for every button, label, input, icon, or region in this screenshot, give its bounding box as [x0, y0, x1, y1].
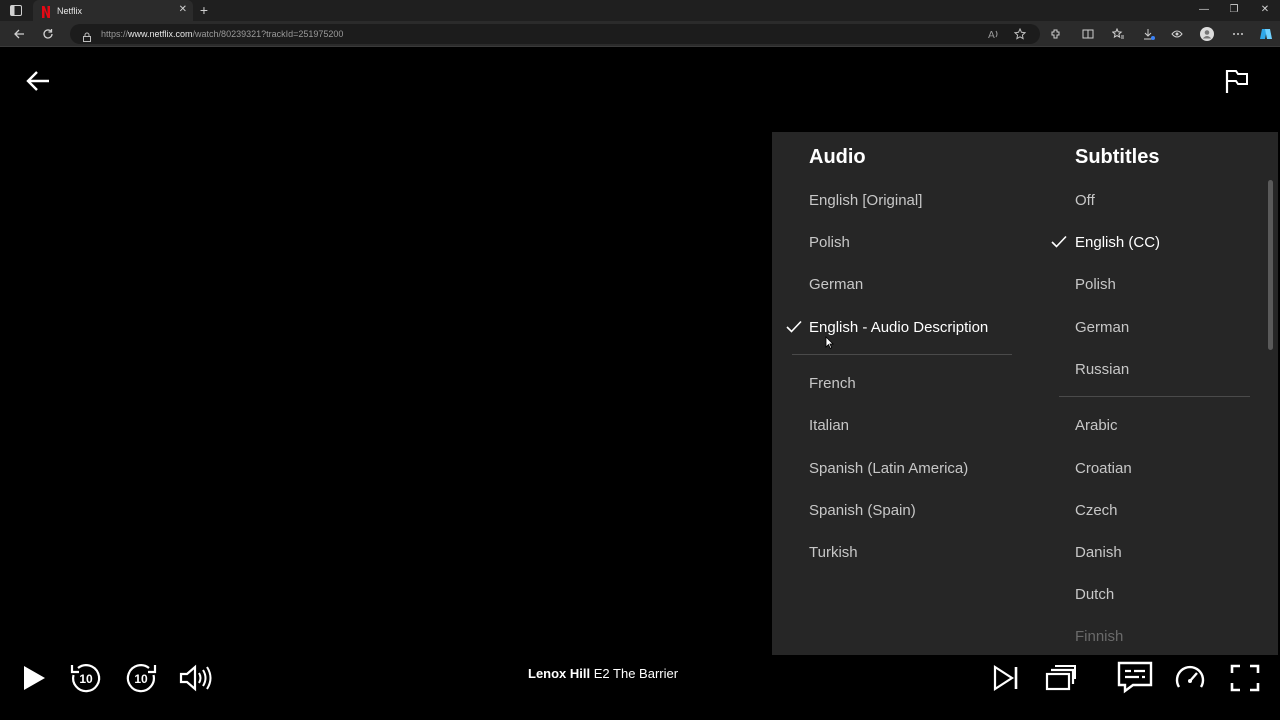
split-screen-icon[interactable] — [1080, 26, 1096, 42]
panel-scrollbar[interactable] — [1268, 180, 1273, 350]
play-icon — [24, 666, 45, 690]
svg-text:10: 10 — [79, 672, 93, 686]
fullscreen-button[interactable] — [1226, 661, 1264, 695]
minimize-button[interactable]: — — [1194, 2, 1214, 18]
subtitle-option-croatian[interactable]: Croatian — [1075, 460, 1132, 477]
subtitle-option-off[interactable]: Off — [1075, 192, 1095, 209]
read-aloud-icon[interactable]: A — [986, 26, 1002, 42]
forward-10-icon: 10 — [126, 664, 157, 693]
audio-option-french[interactable]: French — [809, 375, 856, 392]
svg-text:A: A — [988, 30, 995, 40]
volume-button[interactable] — [177, 661, 213, 695]
downloads-icon[interactable] — [1141, 26, 1157, 42]
subtitle-option-english-cc[interactable]: English (CC) — [1075, 234, 1160, 251]
netflix-favicon-icon — [41, 5, 51, 18]
subtitle-option-arabic[interactable]: Arabic — [1075, 417, 1118, 434]
check-icon — [1051, 235, 1067, 249]
audio-option-turkish[interactable]: Turkish — [809, 544, 858, 561]
close-window-button[interactable]: ✕ — [1255, 2, 1275, 18]
subtitles-divider — [1059, 396, 1250, 397]
extensions-icon[interactable] — [1048, 26, 1064, 42]
play-button[interactable] — [18, 661, 50, 695]
episodes-button[interactable] — [1042, 661, 1080, 695]
audio-option-italian[interactable]: Italian — [809, 417, 849, 434]
audio-option-english-audio-description[interactable]: English - Audio Description — [809, 319, 988, 336]
subtitle-option-russian[interactable]: Russian — [1075, 361, 1129, 378]
more-options-icon[interactable] — [1230, 26, 1246, 42]
audio-option-english-original[interactable]: English [Original] — [809, 192, 922, 209]
next-episode-icon — [993, 664, 1018, 692]
browser-tab-bar: Netflix ✕ + — ❐ ✕ — [0, 0, 1280, 21]
speedometer-icon — [1175, 665, 1205, 688]
browser-tab-netflix[interactable]: Netflix ✕ — [33, 0, 193, 21]
subtitle-option-german[interactable]: German — [1075, 319, 1129, 336]
new-tab-button[interactable]: + — [196, 2, 212, 18]
volume-icon — [179, 664, 212, 692]
now-playing-title: Lenox Hill E2 The Barrier — [528, 666, 678, 681]
report-flag-icon[interactable] — [1222, 67, 1252, 95]
audio-heading: Audio — [809, 146, 866, 168]
tab-title: Netflix — [57, 5, 83, 16]
subtitle-option-finnish[interactable]: Finnish — [1075, 628, 1123, 645]
subtitle-option-dutch[interactable]: Dutch — [1075, 586, 1114, 603]
audio-option-german[interactable]: German — [809, 276, 863, 293]
next-episode-button[interactable] — [988, 661, 1024, 695]
tab-close-icon[interactable]: ✕ — [179, 3, 187, 17]
subtitle-option-danish[interactable]: Danish — [1075, 544, 1122, 561]
audio-option-polish[interactable]: Polish — [809, 234, 850, 251]
audio-divider — [792, 354, 1012, 355]
favorites-icon[interactable] — [1110, 26, 1126, 42]
episodes-icon — [1045, 665, 1076, 691]
subtitles-heading: Subtitles — [1075, 146, 1160, 168]
reload-icon[interactable] — [40, 26, 56, 42]
svg-text:10: 10 — [134, 672, 148, 686]
mouse-cursor-icon — [825, 336, 834, 354]
url-text: https://www.netflix.com/watch/80239321?t… — [101, 29, 344, 39]
show-title: Lenox Hill — [528, 666, 591, 681]
browser-address-bar: https://www.netflix.com/watch/80239321?t… — [0, 21, 1280, 47]
rewind-10-button[interactable]: 10 — [68, 660, 104, 696]
tab-actions-icon[interactable] — [8, 3, 24, 18]
url-input[interactable]: https://www.netflix.com/watch/80239321?t… — [70, 24, 1040, 44]
audio-subtitles-button[interactable] — [1115, 659, 1155, 695]
favorite-star-icon[interactable] — [1012, 26, 1028, 42]
copilot-icon[interactable] — [1258, 26, 1274, 42]
check-icon — [786, 320, 802, 334]
forward-10-button[interactable]: 10 — [123, 660, 159, 696]
restore-button[interactable]: ❐ — [1224, 2, 1244, 18]
subtitle-option-polish[interactable]: Polish — [1075, 276, 1116, 293]
audio-subtitles-panel: Audio English [Original] Polish German E… — [772, 132, 1278, 655]
subtitle-option-czech[interactable]: Czech — [1075, 502, 1118, 519]
episode-title: The Barrier — [613, 666, 679, 681]
audio-option-spanish-spain[interactable]: Spanish (Spain) — [809, 502, 916, 519]
audio-option-spanish-latin-america[interactable]: Spanish (Latin America) — [809, 460, 968, 477]
back-nav-icon[interactable] — [11, 26, 27, 42]
profile-avatar[interactable] — [1199, 26, 1215, 42]
playback-speed-button[interactable] — [1172, 661, 1208, 695]
browser-essentials-icon[interactable] — [1169, 26, 1185, 42]
video-player[interactable]: Audio English [Original] Polish German E… — [0, 47, 1280, 720]
lock-icon[interactable] — [82, 29, 92, 42]
rewind-10-icon: 10 — [70, 664, 101, 693]
episode-number: E2 — [593, 666, 610, 681]
back-arrow-icon[interactable] — [24, 69, 52, 93]
fullscreen-icon — [1230, 664, 1260, 692]
subtitles-speech-bubble-icon — [1117, 661, 1153, 694]
